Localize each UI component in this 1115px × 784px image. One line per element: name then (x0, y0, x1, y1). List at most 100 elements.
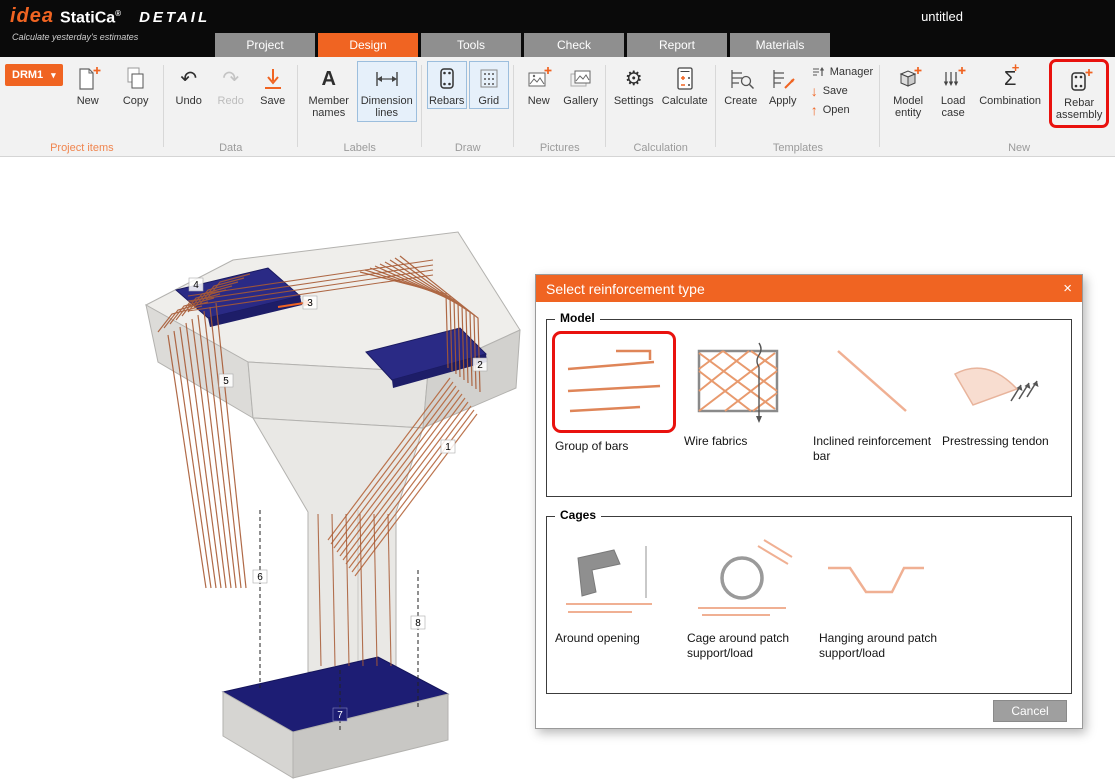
option-cage-around-patch[interactable]: Cage around patch support/load (687, 533, 811, 661)
create-template-icon (726, 64, 756, 94)
calculate-label: Calculate (662, 95, 708, 107)
option-group-of-bars[interactable]: Group of bars (555, 336, 676, 464)
template-open-label: Open (823, 104, 850, 116)
gallery-label: Gallery (563, 95, 598, 107)
member-names-label: Member names (305, 95, 353, 120)
group-label-new: New (880, 142, 1115, 154)
undo-icon: ↶ (180, 69, 197, 89)
apply-template-button[interactable]: Apply (763, 61, 803, 109)
title-bar: idea StatiCa® DETAIL Calculate yesterday… (0, 0, 1115, 57)
tab-report[interactable]: Report (627, 33, 727, 57)
rebar-label-1[interactable]: 1 (441, 440, 455, 453)
tab-tools[interactable]: Tools (421, 33, 521, 57)
ribbon-tabs: Project Design Tools Check Report Materi… (215, 33, 830, 57)
load-case-label: Load case (935, 95, 971, 120)
option-inclined-reinforcement-bar[interactable]: Inclined reinforcement bar (813, 336, 934, 464)
dialog-title-bar[interactable]: Select reinforcement type × (536, 275, 1082, 302)
dropdown-arrow-icon: ▾ (51, 70, 56, 81)
letter-a-icon: A (321, 69, 335, 89)
new-document-icon (73, 64, 103, 94)
model-groupbox: Model Group of bars (546, 319, 1072, 497)
rebars-label: Rebars (429, 95, 464, 107)
create-template-label: Create (724, 95, 757, 107)
redo-button[interactable]: ↷ Redo (211, 61, 251, 109)
template-open-item[interactable]: ↑ Open (811, 103, 873, 117)
option-hanging-around-patch[interactable]: Hanging around patch support/load (819, 533, 943, 661)
model-entity-button[interactable]: Model entity (885, 61, 931, 122)
group-calculation: ⚙ Settings Calculate Calculation (606, 57, 716, 156)
rebar-label-3[interactable]: 3 (303, 296, 317, 309)
viewport-3d[interactable]: 1 2 3 4 5 6 7 8 (128, 210, 538, 782)
svg-text:2: 2 (477, 360, 483, 371)
rebar-label-7[interactable]: 7 (333, 708, 347, 721)
svg-text:6: 6 (257, 572, 263, 583)
select-reinforcement-dialog: Select reinforcement type × Model (535, 274, 1083, 729)
around-opening-icon (558, 536, 666, 622)
gear-icon: ⚙ (625, 69, 643, 89)
dimension-lines-toggle[interactable]: Dimension lines (357, 61, 417, 122)
product-name: DETAIL (139, 9, 210, 26)
redo-icon: ↷ (222, 69, 239, 89)
option-wire-fabrics[interactable]: Wire fabrics (684, 336, 805, 464)
grid-label: Grid (478, 95, 499, 107)
hanging-around-patch-icon (822, 536, 930, 622)
around-opening-label: Around opening (555, 631, 679, 646)
tab-project[interactable]: Project (215, 33, 315, 57)
svg-text:8: 8 (415, 618, 421, 629)
prestressing-tendon-icon (945, 339, 1053, 425)
option-prestressing-tendon[interactable]: Prestressing tendon (942, 336, 1063, 464)
group-draw: Rebars Grid Draw (422, 57, 514, 156)
apply-template-icon (768, 64, 798, 94)
save-button[interactable]: Save (253, 61, 293, 109)
copy-label: Copy (123, 95, 149, 107)
calculate-button[interactable]: Calculate (659, 61, 711, 109)
rebar-label-2[interactable]: 2 (473, 358, 487, 371)
template-save-item[interactable]: ↓ Save (811, 84, 873, 98)
tab-design[interactable]: Design (318, 33, 418, 57)
new-picture-button[interactable]: New (519, 61, 559, 109)
calculator-icon (670, 64, 700, 94)
settings-button[interactable]: ⚙ Settings (611, 61, 657, 109)
rebar-label-6[interactable]: 6 (253, 570, 267, 583)
rebar-label-5[interactable]: 5 (219, 374, 233, 387)
rebar-label-8[interactable]: 8 (411, 616, 425, 629)
group-of-bars-label: Group of bars (555, 439, 676, 454)
inclined-bar-icon (816, 339, 924, 425)
combination-button[interactable]: Σ+ Combination (975, 61, 1045, 109)
load-case-button[interactable]: Load case (933, 61, 973, 122)
svg-text:1: 1 (445, 442, 451, 453)
new-project-item-button[interactable]: New (65, 61, 111, 109)
member-names-toggle[interactable]: A Member names (303, 61, 355, 122)
grid-toggle[interactable]: Grid (469, 61, 509, 109)
cancel-button[interactable]: Cancel (993, 700, 1067, 722)
redo-label: Redo (218, 95, 244, 107)
app-window: idea StatiCa® DETAIL Calculate yesterday… (0, 0, 1115, 784)
copy-icon (121, 64, 151, 94)
brand-name: StatiCa® (60, 9, 121, 27)
gallery-button[interactable]: Gallery (561, 61, 601, 109)
rebar-assembly-button[interactable]: Rebar assembly (1053, 63, 1105, 124)
cage-around-patch-icon (690, 536, 798, 622)
rebar-label-4[interactable]: 4 (189, 278, 203, 291)
create-template-button[interactable]: Create (721, 61, 761, 109)
rebars-toggle[interactable]: Rebars (427, 61, 467, 109)
cages-groupbox: Cages Around opening (546, 516, 1072, 694)
project-item-value: DRM1 (12, 69, 43, 81)
close-icon[interactable]: × (1063, 280, 1072, 297)
rebar-assembly-label: Rebar assembly (1055, 97, 1103, 122)
project-item-selector[interactable]: DRM1 ▾ (5, 64, 63, 86)
combination-label: Combination (979, 95, 1041, 107)
rebar-assembly-highlight: Rebar assembly (1049, 59, 1109, 128)
group-data: ↶ Undo ↷ Redo Save Data (164, 57, 298, 156)
save-arrow-icon: ↓ (811, 84, 818, 98)
tab-materials[interactable]: Materials (730, 33, 830, 57)
undo-button[interactable]: ↶ Undo (169, 61, 209, 109)
option-around-opening[interactable]: Around opening (555, 533, 679, 661)
group-new: Model entity Load case Σ+ Combination Re… (880, 57, 1115, 156)
copy-project-item-button[interactable]: Copy (113, 61, 159, 109)
rebar-assembly-icon (1064, 66, 1094, 96)
registered-mark: ® (115, 9, 121, 18)
template-manager-item[interactable]: Manager (811, 65, 873, 79)
tab-check[interactable]: Check (524, 33, 624, 57)
group-of-bars-icon (560, 339, 668, 425)
